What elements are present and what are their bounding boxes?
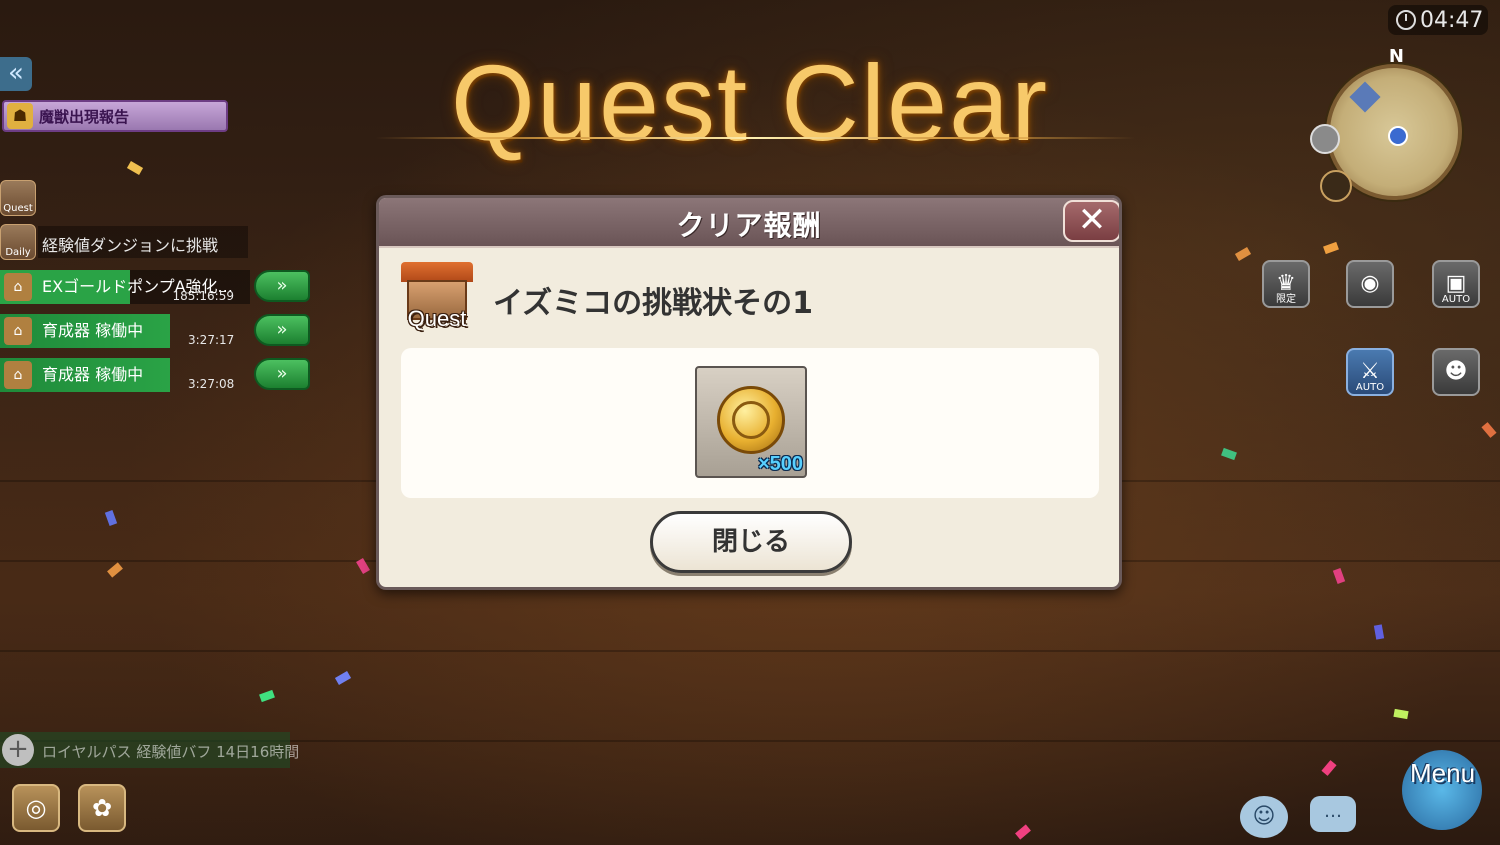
quest-roof <box>401 262 473 282</box>
beast-mask-icon: ☗ <box>7 103 33 129</box>
quest-board-icon: Quest <box>397 258 477 334</box>
confetti <box>1332 568 1346 584</box>
camera-button[interactable]: ◉ <box>1346 260 1394 308</box>
emote-button[interactable]: ☺ <box>1240 796 1288 838</box>
clock-icon <box>1396 10 1416 30</box>
reward-quantity: ×500 <box>757 453 803 475</box>
add-buff-button[interactable]: + <box>2 734 34 766</box>
reward-item-slot[interactable]: ×500 <box>695 366 807 478</box>
minimap-zoom-button[interactable] <box>1310 124 1340 154</box>
confetti <box>1321 760 1337 776</box>
buff-text: ロイヤルパス 経験値バフ 14日16時間 <box>42 743 300 761</box>
building-icon: ⌂ <box>4 317 32 345</box>
quest-side-label: Quest <box>3 203 33 214</box>
gift-basket-icon: ✿ <box>91 794 113 822</box>
limited-label: 限定 <box>1276 294 1296 305</box>
auto-battle-button[interactable]: ⚔ AUTO <box>1346 348 1394 396</box>
confetti <box>1234 247 1252 261</box>
hat-icon: ♛ <box>1276 271 1296 296</box>
daily-side-label: Daily <box>5 247 31 258</box>
daily-side-button[interactable]: Daily <box>0 224 36 260</box>
gift-box-button[interactable]: ✿ <box>78 784 126 832</box>
building-icon: ⌂ <box>4 273 32 301</box>
dialog-close-x-button[interactable]: ✕ <box>1063 200 1119 242</box>
close-x-icon: ✕ <box>1077 200 1107 240</box>
beast-alert-label: 魔獣出現報告 <box>39 107 130 126</box>
task-row[interactable]: ⌂ 育成器 稼働中 <box>0 358 170 392</box>
chat-button[interactable]: … <box>1310 796 1356 832</box>
task-time: 3:27:17 <box>188 333 235 347</box>
fast-forward-button[interactable]: » <box>254 358 310 390</box>
close-button[interactable]: 閉じる <box>650 511 852 573</box>
confetti <box>1323 241 1339 255</box>
building-icon: ⌂ <box>4 361 32 389</box>
coin-emblem <box>732 401 770 439</box>
gold-coin-icon <box>717 386 785 454</box>
party-button[interactable]: ☻ <box>1432 348 1480 396</box>
back-button[interactable]: « <box>0 57 32 91</box>
confetti <box>1481 422 1497 438</box>
task-label: 育成器 稼働中 <box>42 321 144 340</box>
confetti <box>1393 708 1409 720</box>
beast-alert-banner[interactable]: ☗ 魔獣出現報告 <box>2 100 228 132</box>
auto-camera-button[interactable]: ▣ AUTO <box>1432 260 1480 308</box>
chat-bubble-icon: … <box>1324 801 1342 822</box>
quest-name: イズミコの挑戦状その1 <box>493 286 813 321</box>
menu-button[interactable]: Menu <box>1382 740 1492 845</box>
confetti <box>334 671 352 685</box>
plus-icon: + <box>7 734 29 764</box>
camera-icon: ◉ <box>1360 271 1380 296</box>
menu-label: Menu <box>1410 758 1476 788</box>
coin-icon: ◎ <box>25 794 47 822</box>
quest-side-button[interactable]: Quest <box>0 180 36 216</box>
waypoint-icon <box>1349 81 1381 113</box>
reward-dialog: クリア報酬 ✕ Quest イズミコの挑戦状その1 ×500 閉じる <box>376 195 1122 590</box>
confetti <box>1373 624 1385 640</box>
sword-icon: ⚔ <box>1360 359 1380 384</box>
smiley-face-icon: ☺ <box>1252 804 1276 829</box>
player-marker-icon <box>1388 126 1408 146</box>
reward-area: ×500 <box>401 348 1099 498</box>
task-time: 185:16:59 <box>172 289 234 303</box>
task-time: 3:27:08 <box>188 377 235 391</box>
fast-forward-button[interactable]: » <box>254 270 310 302</box>
coin-shop-button[interactable]: ◎ <box>12 784 60 832</box>
quest-icon-label: Quest <box>407 306 467 331</box>
confetti <box>107 562 123 578</box>
task-row[interactable]: ⌂ EXゴールドポンプA強化... 185:16:59 <box>0 270 250 304</box>
fast-forward-button[interactable]: » <box>254 314 310 346</box>
confetti <box>1015 824 1031 840</box>
daily-mission-text[interactable]: 経験値ダンジョンに挑戦 <box>42 232 218 256</box>
dialog-header: クリア報酬 <box>379 198 1119 248</box>
limited-button[interactable]: ♛ 限定 <box>1262 260 1310 308</box>
task-row[interactable]: ⌂ 育成器 稼働中 <box>0 314 170 348</box>
clock: 04:47 <box>1388 5 1488 35</box>
frame-icon: ▣ <box>1445 271 1467 296</box>
auto-camera-label: AUTO <box>1441 294 1471 305</box>
confetti <box>104 510 118 526</box>
auto-battle-label: AUTO <box>1355 382 1385 393</box>
confetti <box>1221 447 1237 461</box>
double-chevron-left-icon: « <box>8 58 24 88</box>
fast-forward-icon: » <box>276 363 288 384</box>
clock-time: 04:47 <box>1420 7 1484 33</box>
minimap-pet-button[interactable] <box>1320 170 1352 202</box>
fast-forward-icon: » <box>276 275 288 296</box>
title-divider <box>375 137 1135 139</box>
task-label: 育成器 稼働中 <box>42 365 144 384</box>
confetti <box>259 689 275 703</box>
group-icon: ☻ <box>1444 359 1468 384</box>
fast-forward-icon: » <box>276 319 288 340</box>
dialog-title: クリア報酬 <box>676 209 822 242</box>
